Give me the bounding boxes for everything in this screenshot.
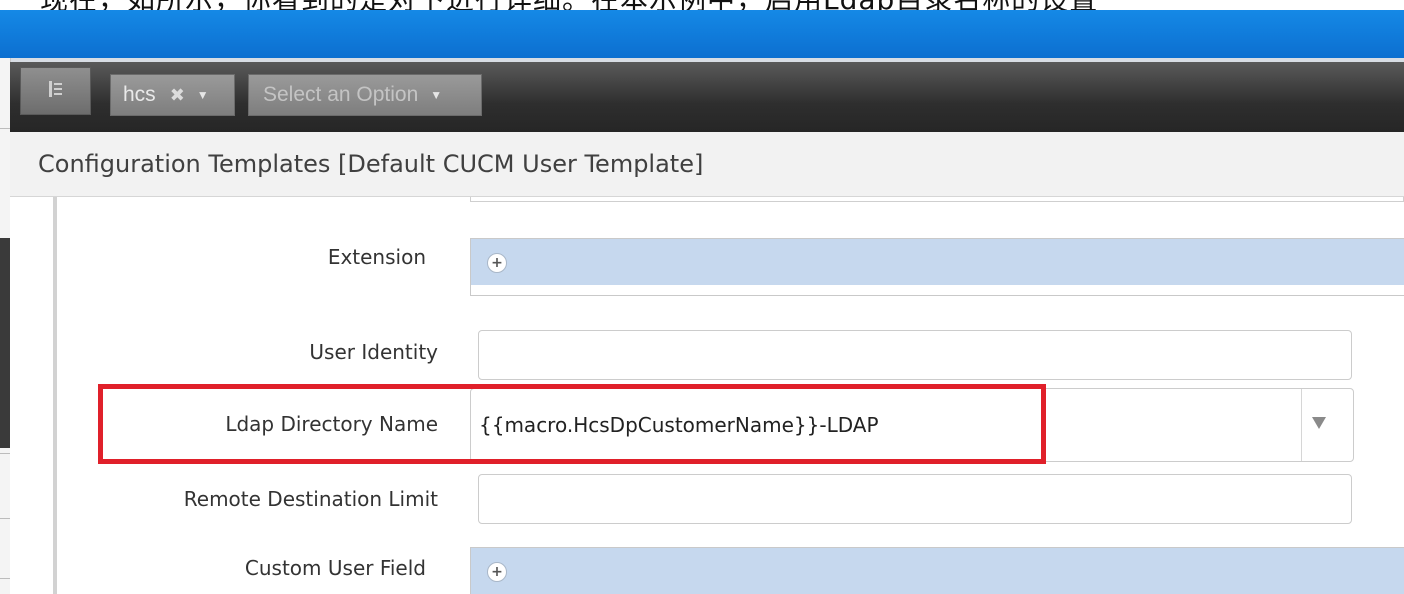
ldap-directory-name-value: {{macro.HcsDpCustomerName}}-LDAP bbox=[479, 413, 879, 437]
hierarchy-chip-hcs[interactable]: hcs ✖ ▼ bbox=[110, 74, 235, 116]
remote-destination-limit-label: Remote Destination Limit bbox=[183, 487, 438, 511]
custom-user-field-label: Custom User Field bbox=[244, 556, 426, 580]
page-title: Configuration Templates [Default CUCM Us… bbox=[38, 150, 704, 178]
extension-list-header: + bbox=[471, 239, 1404, 285]
strip-divider bbox=[0, 578, 10, 579]
strip-dark-segment bbox=[0, 238, 10, 448]
strip-divider bbox=[0, 128, 10, 129]
select-divider bbox=[1301, 389, 1302, 461]
app-header bbox=[0, 10, 1404, 58]
form-indent-line bbox=[53, 197, 57, 594]
caption-text: 现在，如所示，你看到的是对下进行详细。在本示例中，启用Ldap目录名称的设置 bbox=[40, 0, 1098, 10]
remove-icon[interactable]: ✖ bbox=[170, 85, 185, 106]
strip-divider bbox=[0, 518, 10, 519]
page-title-bar: Configuration Templates [Default CUCM Us… bbox=[10, 132, 1404, 197]
dropdown-arrow-icon[interactable] bbox=[1312, 417, 1326, 429]
chevron-down-icon: ▼ bbox=[430, 88, 443, 102]
ldap-directory-name-label: Ldap Directory Name bbox=[225, 412, 438, 436]
chevron-down-icon[interactable]: ▼ bbox=[197, 88, 209, 102]
extension-list-field: + bbox=[470, 238, 1404, 296]
custom-user-field-list-header: + bbox=[471, 548, 1404, 594]
hierarchy-chip-label: hcs bbox=[123, 83, 156, 106]
user-identity-label: User Identity bbox=[309, 340, 438, 364]
add-custom-user-field-button[interactable]: + bbox=[487, 562, 507, 582]
ldap-directory-name-select[interactable]: {{macro.HcsDpCustomerName}}-LDAP bbox=[470, 388, 1354, 462]
remote-destination-limit-input[interactable] bbox=[478, 474, 1352, 524]
user-identity-input[interactable] bbox=[478, 330, 1352, 380]
previous-field-bottom bbox=[470, 197, 1404, 202]
caption-strip: 现在，如所示，你看到的是对下进行详细。在本示例中，启用Ldap目录名称的设置 bbox=[0, 0, 1404, 10]
sidebar-toggle-icon bbox=[48, 80, 64, 103]
hierarchy-option-placeholder: Select an Option bbox=[263, 83, 419, 106]
sidebar-toggle-button[interactable] bbox=[20, 67, 91, 115]
custom-user-field-list-field: + bbox=[470, 547, 1404, 594]
extension-label: Extension bbox=[327, 245, 426, 269]
hierarchy-option-select[interactable]: Select an Option ▼ bbox=[248, 74, 482, 116]
add-extension-button[interactable]: + bbox=[487, 253, 507, 273]
strip-divider bbox=[0, 453, 10, 454]
